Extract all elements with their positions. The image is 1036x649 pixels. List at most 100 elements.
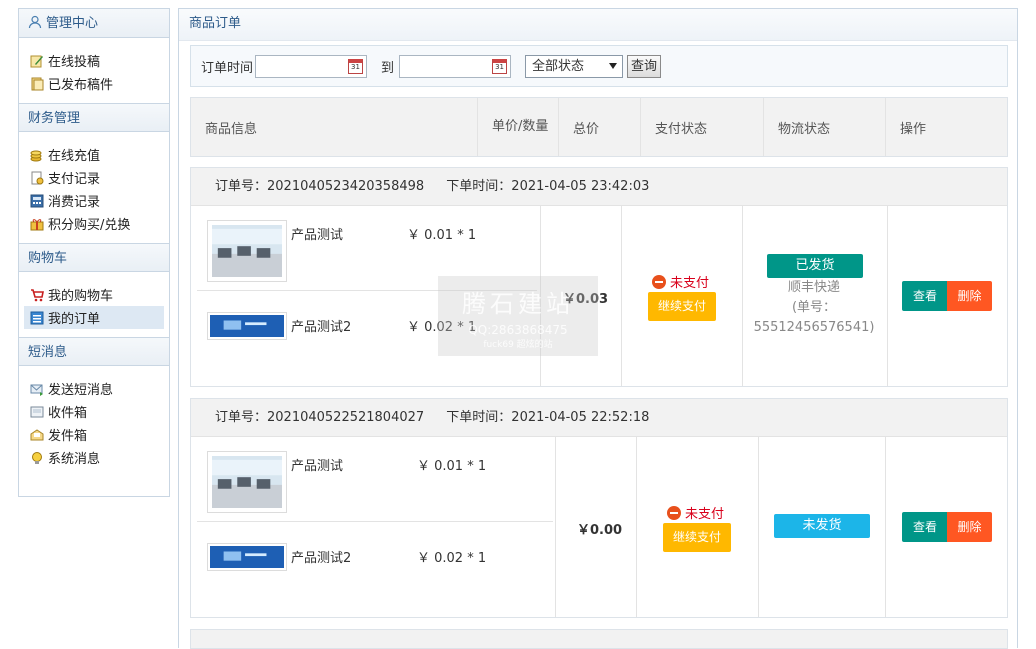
sidebar-item-send-message[interactable]: 发送短消息 — [19, 377, 169, 400]
user-icon — [28, 11, 42, 29]
product-thumbnail[interactable] — [207, 543, 287, 571]
sidebar-item-label: 积分购买/兑换 — [48, 218, 131, 233]
sidebar-item-label: 消费记录 — [48, 195, 101, 210]
sidebar-item-payment-records[interactable]: 支付记录 — [19, 166, 169, 189]
sidebar-item-consumption[interactable]: 消费记录 — [19, 189, 169, 212]
coins-icon — [30, 148, 44, 162]
product-price-qty: ￥ 0.02 * 1 — [417, 551, 487, 566]
sidebar-item-published[interactable]: 已发布稿件 — [19, 72, 169, 95]
column-divider — [555, 437, 556, 617]
sidebar-item-my-orders[interactable]: 我的订单 — [24, 306, 164, 329]
sidebar-item-label: 我的订单 — [48, 312, 101, 327]
office-photo-image — [212, 225, 282, 277]
column-divider — [742, 206, 743, 386]
shipping-status-badge: 未发货 — [774, 514, 870, 538]
start-date-input[interactable]: 31 — [255, 54, 368, 78]
shipping-info: 顺丰快递 (单号： 55512456576541) — [749, 278, 879, 338]
sidebar-item-label: 收件箱 — [48, 406, 88, 421]
gift-icon — [30, 217, 44, 231]
order-body: 产品测试 ￥ 0.01 * 1 产品测试2 ￥ 0.02 * 1 ￥0.03 未… — [191, 206, 1007, 386]
order-total: ￥0.00 — [577, 523, 623, 538]
sidebar-header-admin: 管理中心 — [19, 9, 169, 38]
product-price-qty: ￥ 0.01 * 1 — [407, 228, 477, 243]
pay-status: 未支付 — [667, 503, 724, 522]
order-filter-bar: 订单时间 31 到 31 全部状态 查询 — [190, 45, 1008, 87]
delete-button[interactable]: 删除 — [947, 512, 992, 542]
calendar-icon[interactable]: 31 — [492, 58, 508, 74]
sidebar-item-label: 在线充值 — [48, 149, 101, 164]
edit-icon — [30, 54, 44, 68]
minus-circle-icon — [667, 505, 681, 520]
sidebar-item-system-messages[interactable]: 系统消息 — [19, 446, 169, 469]
column-divider — [885, 437, 886, 617]
sidebar-item-label: 发件箱 — [48, 429, 88, 444]
column-divider — [636, 437, 637, 617]
end-date-input[interactable]: 31 — [399, 54, 512, 78]
delete-button[interactable]: 删除 — [947, 281, 992, 311]
sidebar-item-label: 我的购物车 — [48, 289, 114, 304]
product-name[interactable]: 产品测试 — [291, 455, 343, 474]
sidebar-header-label: 管理中心 — [46, 16, 99, 31]
main-panel: 商品订单 订单时间 31 到 31 全部状态 查询 商品信息 单价/数量 总价 … — [178, 8, 1018, 649]
sidebar-item-label: 发送短消息 — [48, 383, 114, 398]
product-name[interactable]: 产品测试2 — [291, 547, 351, 566]
order-header: 订单号：2021040523420358498 下单时间：2021-04-05 … — [191, 168, 1007, 206]
column-shipping-status: 物流状态 — [764, 98, 886, 156]
sidebar-item-label: 已发布稿件 — [48, 78, 114, 93]
cart-icon — [30, 288, 44, 302]
sidebar-item-my-cart[interactable]: 我的购物车 — [19, 283, 169, 306]
order-item: 产品测试 ￥ 0.01 * 1 — [207, 220, 547, 282]
status-select[interactable]: 全部状态 — [525, 54, 624, 78]
to-label: 到 — [381, 60, 395, 76]
sidebar-header-messages: 短消息 — [19, 337, 169, 366]
order-card: 订单号：2021040522521804027 下单时间：2021-04-05 … — [190, 398, 1008, 618]
watermark-title: 腾石建站 — [462, 290, 574, 318]
product-thumbnail[interactable] — [207, 220, 287, 282]
order-time: 下单时间：2021-04-05 23:42:03 — [446, 179, 650, 194]
product-name[interactable]: 产品测试 — [291, 224, 343, 243]
pay-status: 未支付 — [652, 272, 709, 291]
order-card: 订单号：2021040523420358498 下单时间：2021-04-05 … — [190, 167, 1008, 387]
watermark-qq: QQ:2863868475 — [468, 323, 568, 337]
list-icon — [30, 311, 44, 325]
column-divider — [621, 206, 622, 386]
product-name[interactable]: 产品测试2 — [291, 316, 351, 335]
order-item: 产品测试2 ￥ 0.02 * 1 — [207, 543, 547, 605]
order-time: 下单时间：2021-04-05 22:52:18 — [446, 410, 650, 425]
product-price-qty: ￥ 0.01 * 1 — [417, 459, 487, 474]
sidebar-item-label: 支付记录 — [48, 172, 101, 187]
inbox-icon — [30, 405, 44, 419]
status-select-value: 全部状态 — [532, 58, 585, 74]
view-button[interactable]: 查看 — [902, 512, 948, 542]
view-button[interactable]: 查看 — [902, 281, 948, 311]
order-card-next — [190, 629, 1008, 649]
pay-status-text: 未支付 — [685, 507, 725, 522]
sidebar-item-submit[interactable]: 在线投稿 — [19, 49, 169, 72]
column-total: 总价 — [559, 98, 641, 156]
product-thumbnail[interactable] — [207, 451, 287, 513]
sidebar-item-label: 在线投稿 — [48, 55, 101, 70]
sidebar-item-inbox[interactable]: 收件箱 — [19, 400, 169, 423]
product-thumbnail[interactable] — [207, 312, 287, 340]
query-button[interactable]: 查询 — [627, 54, 662, 78]
minus-circle-icon — [652, 274, 666, 289]
watermark-sub: fuck69 超炫的站 — [483, 340, 553, 350]
receipt-icon — [30, 171, 44, 185]
column-unit-price-qty: 单价/数量 — [478, 98, 559, 156]
order-header: 订单号：2021040522521804027 下单时间：2021-04-05 … — [191, 399, 1007, 437]
shipping-company: 顺丰快递 — [787, 280, 840, 295]
calendar-icon[interactable]: 31 — [348, 58, 364, 74]
continue-pay-button[interactable]: 继续支付 — [648, 292, 716, 321]
sidebar-item-outbox[interactable]: 发件箱 — [19, 423, 169, 446]
sidebar-item-recharge[interactable]: 在线充值 — [19, 143, 169, 166]
column-divider — [758, 437, 759, 617]
outbox-icon — [30, 428, 44, 442]
order-item: 产品测试 ￥ 0.01 * 1 — [207, 451, 547, 513]
watermark: 腾石建站 QQ:2863868475 fuck69 超炫的站 — [438, 276, 598, 356]
sidebar-item-points[interactable]: 积分购买/兑换 — [19, 212, 169, 235]
item-divider — [197, 521, 553, 522]
continue-pay-button[interactable]: 继续支付 — [663, 523, 731, 552]
table-header: 商品信息 单价/数量 总价 支付状态 物流状态 操作 — [190, 97, 1008, 157]
banner-image — [210, 546, 284, 568]
document-icon — [30, 77, 44, 91]
